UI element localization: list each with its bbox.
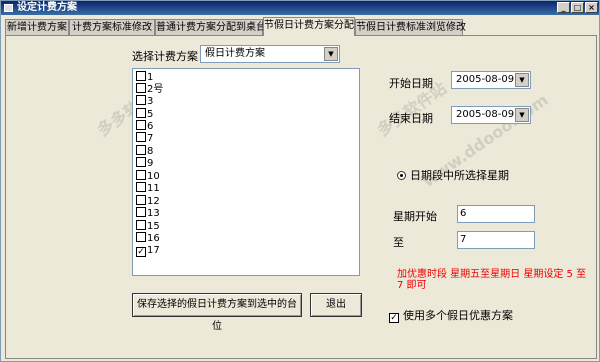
save-assignment-button[interactable]: 保存选择的假日计费方案到选中的台位 (132, 293, 302, 332)
weekday-end-input[interactable]: 7 (457, 231, 535, 249)
weekday-radio[interactable]: 日期段中所选择星期 (397, 167, 509, 183)
list-item-label: 8 (147, 146, 154, 157)
title-bar: 设定计费方案 _ □ × (1, 1, 599, 15)
weekday-radio-label: 日期段中所选择星期 (410, 169, 509, 182)
checkbox-icon[interactable] (136, 207, 146, 217)
list-item-label: 15 (147, 221, 160, 232)
checkmark-icon[interactable]: ✓ (389, 313, 399, 323)
tab-add-scheme[interactable]: 新增计费方案 (5, 19, 69, 35)
list-item[interactable]: 7 (136, 132, 153, 144)
list-item-label: 13 (147, 208, 160, 219)
exit-button[interactable]: 退出 (310, 293, 362, 317)
minimize-button[interactable]: _ (557, 2, 570, 13)
checkbox-icon[interactable] (136, 157, 146, 167)
scheme-select-value: 假日计费方案 (205, 48, 265, 59)
checkbox-icon[interactable] (136, 120, 146, 130)
weekday-start-label: 星期开始 (393, 210, 437, 223)
checkbox-icon[interactable] (136, 182, 146, 192)
checkbox-icon[interactable] (136, 145, 146, 155)
tab-assign-holiday[interactable]: 节假日计费方案分配 (263, 17, 355, 36)
list-item-label: 12 (147, 196, 160, 207)
tab-strip: 新增计费方案 计费方案标准修改 普通计费方案分配到桌台 节假日计费方案分配 节假… (5, 17, 597, 36)
list-item[interactable]: 5 (136, 108, 153, 120)
chevron-down-icon[interactable]: ▼ (324, 47, 338, 61)
list-item[interactable]: 2号 (136, 83, 163, 95)
start-date-value: 2005-08-09 (456, 74, 515, 85)
weekday-to-label: 至 (393, 236, 404, 249)
main-window: 设定计费方案 _ □ × 新增计费方案 计费方案标准修改 普通计费方案分配到桌台… (0, 0, 600, 362)
list-item[interactable]: 12 (136, 195, 160, 207)
list-item[interactable]: 16 (136, 232, 160, 244)
checkbox-icon[interactable] (136, 95, 146, 105)
weekday-start-input[interactable]: 6 (457, 205, 535, 223)
chevron-down-icon[interactable]: ▼ (515, 108, 529, 122)
list-item-label: 1 (147, 72, 154, 83)
list-item-label: 10 (147, 171, 160, 182)
list-item[interactable]: 11 (136, 182, 160, 194)
list-item-label: 5 (147, 109, 154, 120)
list-item[interactable]: 9 (136, 157, 153, 169)
list-item[interactable]: ✓ 17 (136, 245, 160, 257)
start-date-label: 开始日期 (389, 77, 433, 90)
list-item-label: 7 (147, 133, 154, 144)
checkbox-icon[interactable] (136, 170, 146, 180)
app-icon (4, 4, 13, 12)
list-item[interactable]: 10 (136, 170, 160, 182)
list-item-label: 6 (147, 121, 154, 132)
list-item-label: 17 (147, 245, 160, 256)
checkbox-icon[interactable] (136, 132, 146, 142)
list-item[interactable]: 8 (136, 145, 153, 157)
list-item-label: 2号 (147, 84, 164, 95)
list-item[interactable]: 3 (136, 95, 153, 107)
end-date-picker[interactable]: 2005-08-09 ▼ (451, 106, 531, 124)
end-date-label: 结束日期 (389, 112, 433, 125)
window-title: 设定计费方案 (17, 2, 77, 13)
list-item[interactable]: 15 (136, 220, 160, 232)
chevron-down-icon[interactable]: ▼ (515, 73, 529, 87)
hint-text: 加优惠时段 星期五至星期日 星期设定 5 至 7 即可 (397, 269, 587, 291)
multi-scheme-label: 使用多个假日优惠方案 (403, 309, 513, 322)
list-item[interactable]: 6 (136, 120, 153, 132)
list-item-label: 11 (147, 183, 160, 194)
multi-scheme-checkbox[interactable]: ✓ 使用多个假日优惠方案 (389, 307, 513, 323)
checkbox-icon[interactable] (136, 83, 146, 93)
checkbox-icon[interactable] (136, 232, 146, 242)
checkmark-icon[interactable]: ✓ (136, 247, 146, 257)
maximize-button[interactable]: □ (571, 2, 584, 13)
table-list[interactable]: 1 2号 3 5 6 7 8 9 10 11 12 13 15 16 ✓ 17 (132, 68, 360, 276)
end-date-value: 2005-08-09 (456, 109, 515, 120)
start-date-picker[interactable]: 2005-08-09 ▼ (451, 71, 531, 89)
checkbox-icon[interactable] (136, 195, 146, 205)
list-item[interactable]: 1 (136, 71, 153, 83)
scheme-select[interactable]: 假日计费方案 ▼ (200, 45, 340, 63)
checkbox-icon[interactable] (136, 220, 146, 230)
checkbox-icon[interactable] (136, 71, 146, 81)
tab-browse-holiday[interactable]: 节假日计费标准浏览修改 (355, 19, 466, 35)
list-item-label: 16 (147, 233, 160, 244)
tab-edit-standard[interactable]: 计费方案标准修改 (69, 19, 155, 35)
list-item[interactable]: 13 (136, 207, 160, 219)
checkbox-icon[interactable] (136, 108, 146, 118)
radio-icon[interactable] (397, 171, 406, 180)
tab-assign-normal[interactable]: 普通计费方案分配到桌台 (155, 19, 266, 35)
list-item-label: 3 (147, 96, 154, 107)
list-item-label: 9 (147, 158, 154, 169)
close-button[interactable]: × (585, 2, 598, 13)
scheme-label: 选择计费方案： (132, 50, 209, 63)
